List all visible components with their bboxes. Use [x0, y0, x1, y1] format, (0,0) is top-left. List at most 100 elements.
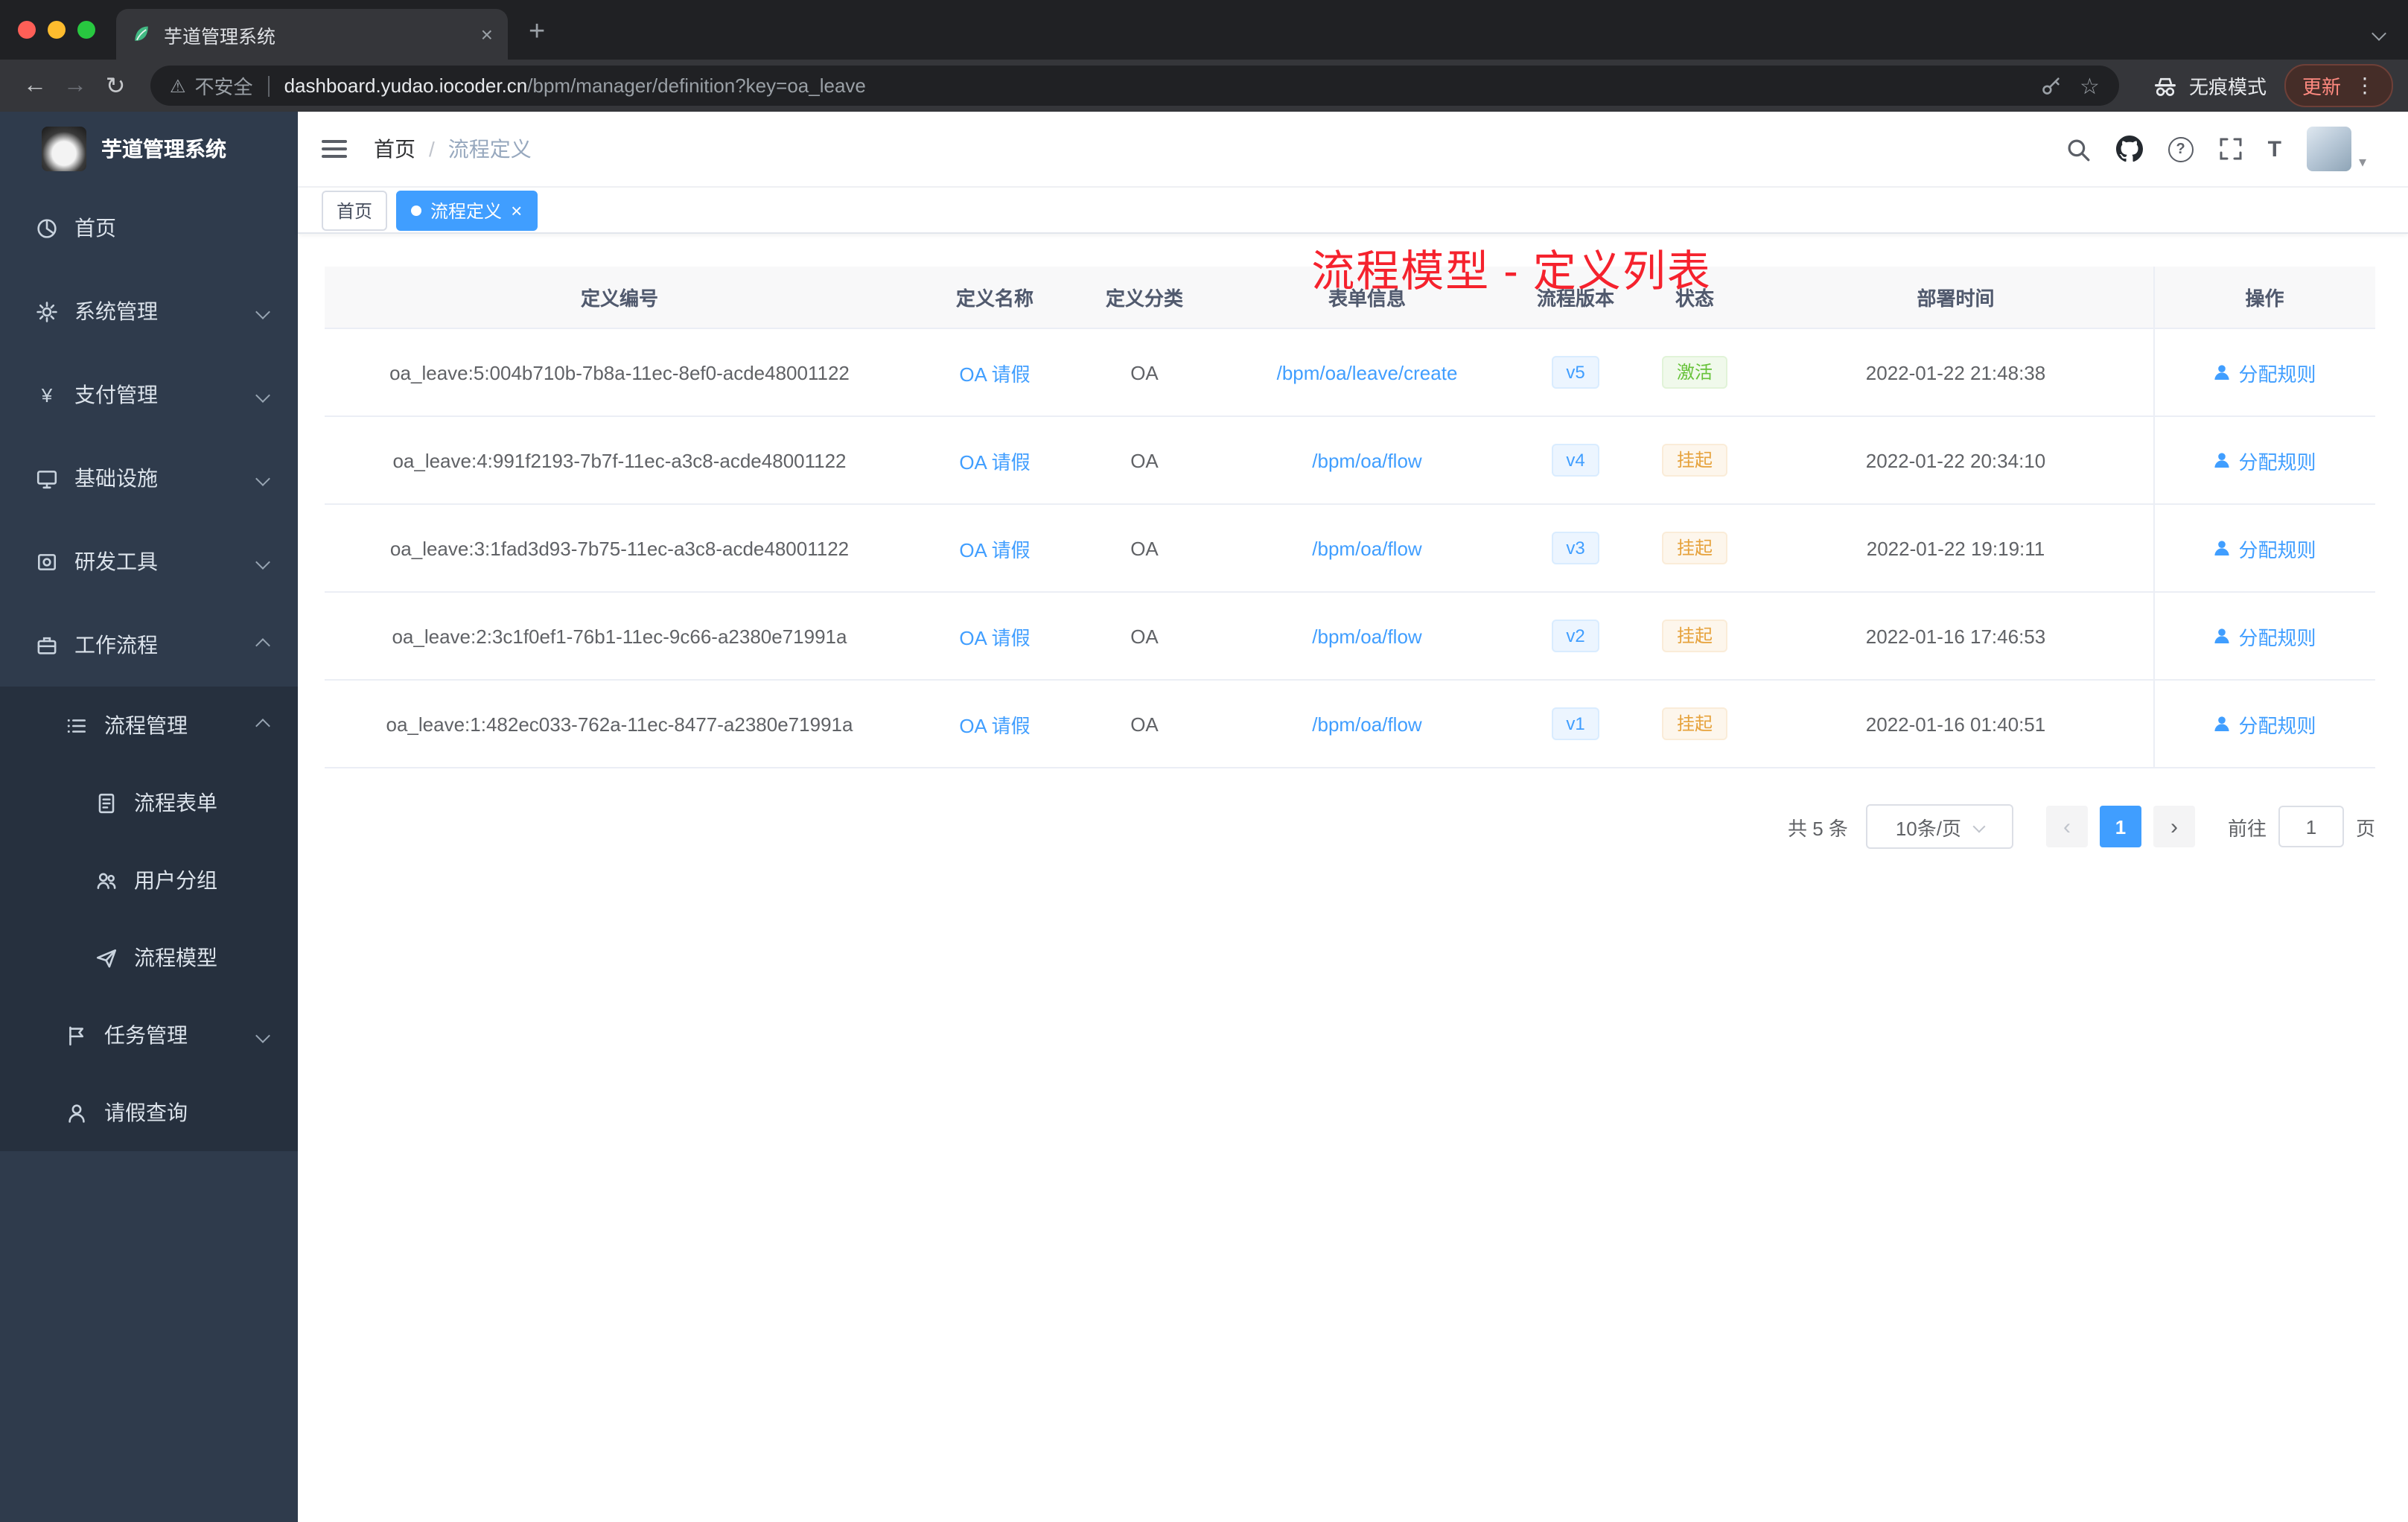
- sidebar-item-process-management[interactable]: 流程管理: [0, 687, 298, 764]
- form-link[interactable]: /bpm/oa/flow: [1312, 449, 1421, 471]
- sidebar-item-label: 研发工具: [74, 550, 158, 573]
- definition-category: OA: [1075, 592, 1214, 681]
- sidebar-item-user-group[interactable]: 用户分组: [0, 841, 298, 919]
- sidebar-item-home[interactable]: 首页: [0, 186, 298, 270]
- sidebar-item-label: 流程模型: [134, 946, 217, 969]
- github-icon[interactable]: [2115, 136, 2143, 162]
- fullscreen-icon[interactable]: [2219, 137, 2243, 161]
- breadcrumb-home[interactable]: 首页: [374, 134, 415, 164]
- tag-process-definition[interactable]: 流程定义 ×: [396, 190, 538, 230]
- next-page-button[interactable]: ›: [2153, 806, 2195, 847]
- assign-rule-link[interactable]: 分配规则: [2213, 710, 2316, 738]
- definition-name-link[interactable]: OA 请假: [959, 450, 1030, 473]
- chrome-update-button[interactable]: 更新 ⋮: [2284, 64, 2393, 107]
- tab-close-icon[interactable]: ×: [481, 24, 493, 45]
- column-header-action: 操作: [2153, 267, 2375, 329]
- sidebar-item-payment[interactable]: ¥ 支付管理: [0, 353, 298, 436]
- chevron-down-icon: [255, 1028, 270, 1042]
- bookmark-star-icon[interactable]: ☆: [2080, 72, 2100, 99]
- not-secure-label[interactable]: 不安全: [195, 71, 253, 100]
- close-window-button[interactable]: [18, 21, 36, 39]
- definition-name-link[interactable]: OA 请假: [959, 626, 1030, 649]
- deploy-time: 2022-01-22 21:48:38: [1759, 328, 2153, 417]
- url-path: /bpm/manager/definition?key=oa_leave: [527, 74, 866, 97]
- users-icon: [97, 872, 116, 888]
- sidebar-item-label: 流程表单: [134, 791, 217, 815]
- status-badge: 挂起: [1661, 620, 1727, 652]
- user-menu[interactable]: ▾: [2306, 127, 2366, 171]
- help-icon[interactable]: ?: [2167, 136, 2194, 162]
- browser-tab[interactable]: 芋道管理系统 ×: [116, 9, 508, 60]
- address-bar[interactable]: ⚠ 不安全 dashboard.yudao.iocoder.cn/bpm/man…: [150, 66, 2119, 106]
- pagination: 共 5 条 10条/页 ‹ 1 › 前往 页: [325, 804, 2375, 849]
- tab-overflow-chevron-icon[interactable]: [2372, 26, 2386, 41]
- update-label[interactable]: 更新: [2302, 71, 2341, 100]
- chevron-down-icon: [255, 304, 270, 319]
- sidebar-item-workflow[interactable]: 工作流程: [0, 603, 298, 687]
- version-badge: v2: [1551, 620, 1600, 652]
- navbar-actions: ? T ▾: [2065, 127, 2366, 171]
- sidebar-item-devtools[interactable]: 研发工具: [0, 520, 298, 603]
- form-link[interactable]: /bpm/oa/flow: [1312, 713, 1421, 735]
- minimize-window-button[interactable]: [48, 21, 66, 39]
- assign-rule-link[interactable]: 分配规则: [2213, 446, 2316, 474]
- sidebar-item-task-management[interactable]: 任务管理: [0, 996, 298, 1074]
- goto-unit: 页: [2355, 817, 2375, 839]
- definition-id: oa_leave:2:3c1f0ef1-76b1-11ec-9c66-a2380…: [325, 592, 914, 681]
- deploy-time: 2022-01-22 19:19:11: [1759, 504, 2153, 593]
- user-avatar[interactable]: [2306, 127, 2351, 171]
- tag-close-icon[interactable]: ×: [511, 200, 522, 220]
- paper-plane-icon: [96, 949, 117, 967]
- column-header-deploy-time: 部署时间: [1759, 267, 2153, 329]
- table-row: oa_leave:4:991f2193-7b7f-11ec-a3c8-acde4…: [325, 416, 2375, 505]
- form-link[interactable]: /bpm/oa/leave/create: [1277, 361, 1458, 383]
- browser-menu-icon[interactable]: ⋮: [2354, 73, 2375, 98]
- sidebar-item-process-model[interactable]: 流程模型: [0, 919, 298, 996]
- tab-favicon: [135, 26, 148, 41]
- form-link[interactable]: /bpm/oa/flow: [1312, 625, 1421, 647]
- definition-category: OA: [1075, 504, 1214, 593]
- tag-label: 首页: [337, 200, 373, 221]
- forward-button[interactable]: →: [55, 72, 95, 99]
- sidebar-item-label: 任务管理: [104, 1023, 188, 1047]
- reload-button[interactable]: ↻: [95, 71, 136, 101]
- status-badge: 挂起: [1661, 444, 1727, 477]
- sidebar-item-label: 请假查询: [104, 1101, 188, 1124]
- font-size-icon[interactable]: T: [2268, 136, 2281, 162]
- person-icon: [2214, 453, 2230, 468]
- assign-rule-link[interactable]: 分配规则: [2213, 622, 2316, 650]
- sidebar-item-leave-query[interactable]: 请假查询: [0, 1074, 298, 1151]
- assign-rule-link[interactable]: 分配规则: [2213, 534, 2316, 562]
- version-badge: v5: [1551, 356, 1600, 389]
- goto-page-input[interactable]: [2278, 806, 2344, 847]
- sidebar-item-infrastructure[interactable]: 基础设施: [0, 436, 298, 520]
- sidebar-item-system[interactable]: 系统管理: [0, 270, 298, 353]
- tag-home[interactable]: 首页: [322, 190, 388, 230]
- definition-name-link[interactable]: OA 请假: [959, 363, 1030, 385]
- prev-page-button[interactable]: ‹: [2045, 806, 2088, 847]
- sidebar-item-label: 系统管理: [74, 299, 158, 323]
- window-controls: [0, 0, 116, 60]
- form-link[interactable]: /bpm/oa/flow: [1312, 537, 1421, 559]
- version-badge: v3: [1551, 532, 1600, 564]
- page-number-1[interactable]: 1: [2099, 806, 2141, 847]
- search-icon[interactable]: [2065, 136, 2091, 162]
- sidebar-item-process-form[interactable]: 流程表单: [0, 764, 298, 841]
- definition-name-link[interactable]: OA 请假: [959, 714, 1030, 736]
- sidebar-toggle-icon[interactable]: [322, 140, 347, 158]
- goto-label: 前往: [2227, 817, 2267, 839]
- definition-name-link[interactable]: OA 请假: [959, 538, 1030, 561]
- briefcase-icon: [37, 636, 57, 654]
- zoom-window-button[interactable]: [77, 21, 95, 39]
- page-size-select[interactable]: 10条/页: [1865, 804, 2013, 849]
- sidebar: 芋道管理系统 首页 系统管理 ¥ 支付管理 基础设施 研发工具 工作流程 流程管…: [0, 112, 298, 1522]
- version-badge: v4: [1551, 444, 1600, 477]
- browser-tab-strip: 芋道管理系统 × +: [0, 0, 2408, 60]
- caret-down-icon: ▾: [2358, 155, 2366, 171]
- password-key-icon[interactable]: [2039, 74, 2062, 97]
- status-badge: 挂起: [1661, 532, 1727, 564]
- assign-rule-link[interactable]: 分配规则: [2213, 358, 2316, 386]
- chevron-down-icon: [255, 387, 270, 402]
- back-button[interactable]: ←: [15, 72, 55, 99]
- new-tab-button[interactable]: +: [529, 16, 545, 49]
